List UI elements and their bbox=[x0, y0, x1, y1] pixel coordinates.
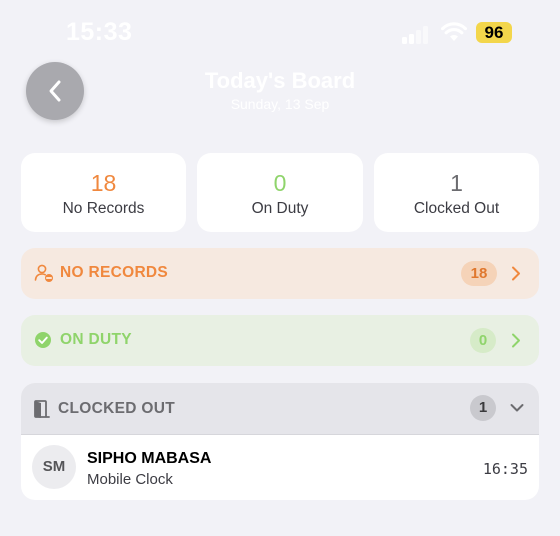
page-subtitle: Sunday, 13 Sep bbox=[230, 96, 330, 112]
section-no-records[interactable]: NO RECORDS 18 bbox=[21, 248, 539, 299]
count-badge-clocked-out: 1 bbox=[470, 395, 496, 421]
person-minus-icon bbox=[34, 264, 53, 282]
person-name: SIPHO MABASA bbox=[87, 450, 212, 467]
section-label-clocked-out: CLOCKED OUT bbox=[58, 400, 175, 417]
chevron-right-icon bbox=[512, 266, 520, 281]
stat-card-no-records[interactable]: 18 No Records bbox=[21, 153, 186, 232]
section-clocked-out: CLOCKED OUT 1 SM SIPHO MABASA Mobile Clo… bbox=[21, 383, 539, 500]
status-time: 15:33 bbox=[66, 18, 133, 46]
clock-method: Mobile Clock bbox=[87, 471, 173, 488]
list-item[interactable]: SM SIPHO MABASA Mobile Clock 16:35 bbox=[21, 436, 539, 500]
clock-out-time: 16:35 bbox=[482, 460, 528, 478]
check-circle-icon bbox=[35, 332, 51, 348]
stat-label-clocked-out: Clocked Out bbox=[413, 200, 500, 217]
stat-card-on-duty[interactable]: 0 On Duty bbox=[197, 153, 363, 232]
wifi-icon bbox=[441, 22, 467, 41]
chevron-right-icon bbox=[512, 333, 520, 348]
stat-label-no-records: No Records bbox=[62, 200, 145, 217]
stat-value-clocked-out: 1 bbox=[450, 170, 463, 196]
page-title: Today's Board bbox=[204, 68, 356, 93]
stat-value-on-duty: 0 bbox=[273, 170, 287, 196]
section-on-duty[interactable]: ON DUTY 0 bbox=[21, 315, 539, 366]
stat-card-clocked-out[interactable]: 1 Clocked Out bbox=[374, 153, 539, 232]
chevron-down-icon bbox=[510, 404, 524, 412]
stat-label-on-duty: On Duty bbox=[251, 200, 309, 217]
section-label-no-records: NO RECORDS bbox=[60, 264, 169, 281]
section-label-on-duty: ON DUTY bbox=[60, 331, 132, 348]
count-badge-no-records: 18 bbox=[461, 261, 497, 286]
door-icon bbox=[34, 400, 50, 418]
status-bar: 15:33 96 bbox=[0, 0, 560, 64]
battery-indicator: 96 bbox=[476, 22, 512, 43]
stat-value-no-records: 18 bbox=[90, 170, 117, 196]
avatar: SM bbox=[32, 445, 76, 489]
section-header-clocked-out[interactable]: CLOCKED OUT 1 bbox=[21, 383, 539, 435]
count-badge-on-duty: 0 bbox=[470, 328, 496, 353]
cellular-signal-icon bbox=[402, 24, 428, 44]
